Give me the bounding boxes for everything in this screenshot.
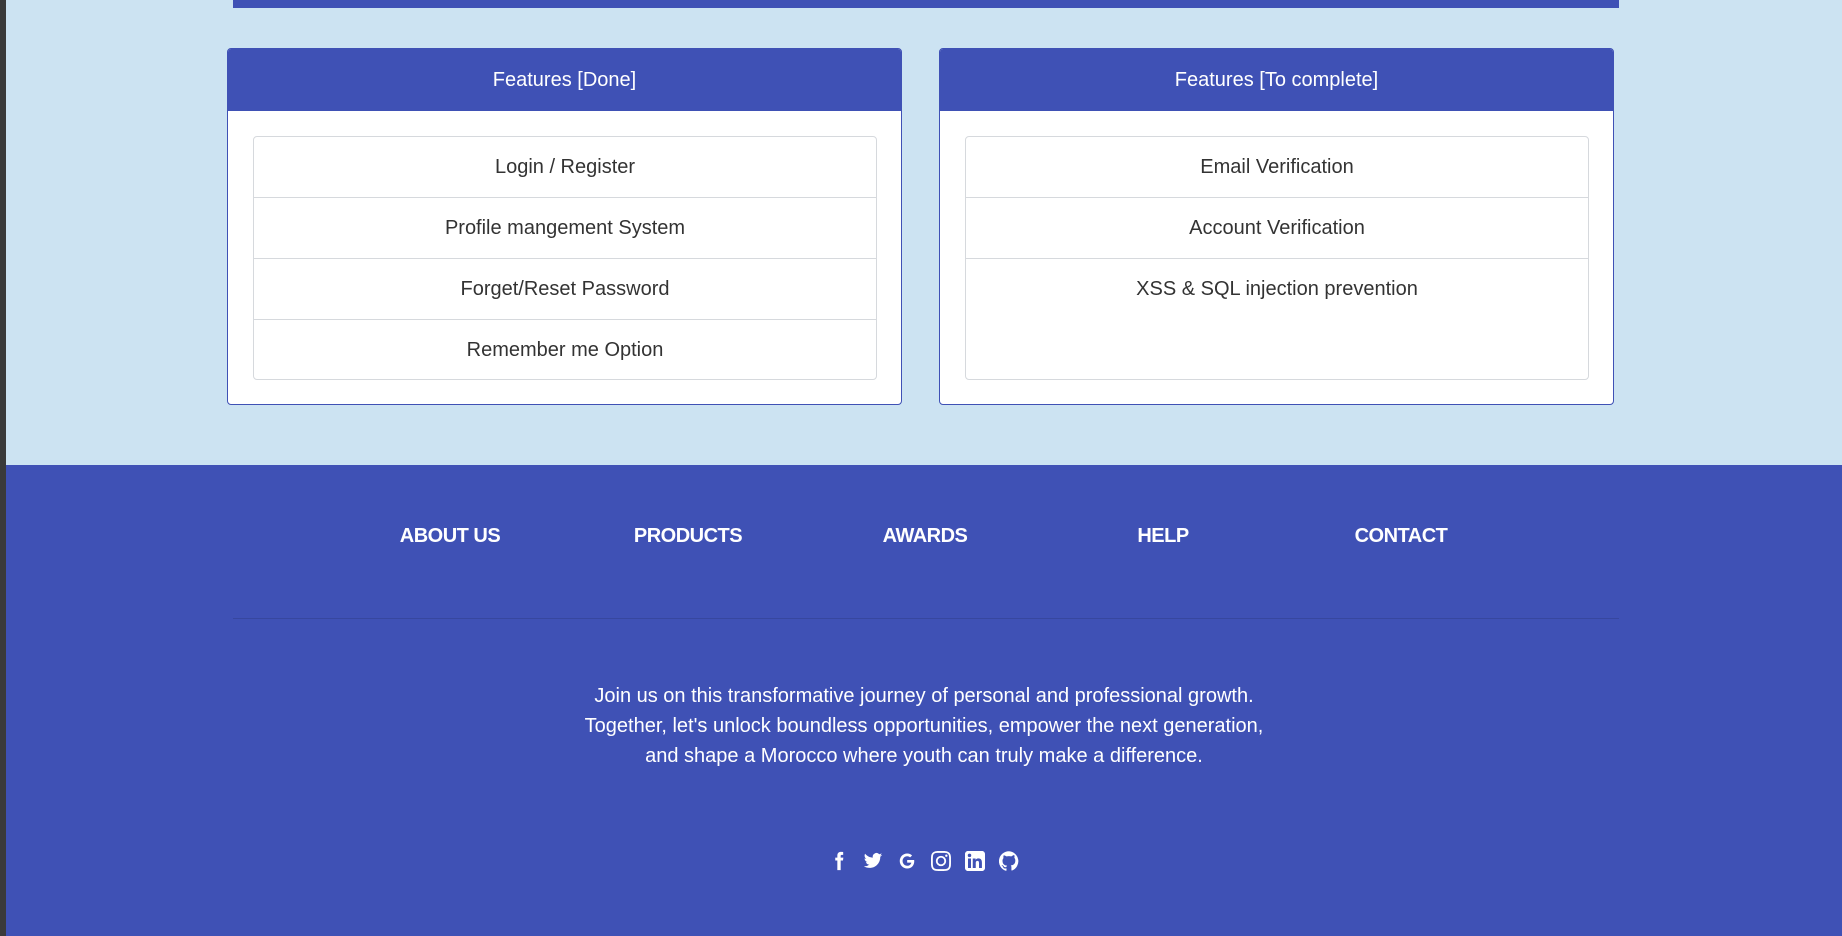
top-accent-bar [233, 0, 1619, 8]
list-item: Profile mangement System [254, 198, 876, 259]
footer-link-contact[interactable]: CONTACT [1355, 525, 1448, 548]
footer-link-about-us[interactable]: ABOUT US [400, 525, 501, 548]
features-done-card: Features [Done] Login / Register Profile… [227, 48, 902, 405]
footer: ABOUT US PRODUCTS AWARDS HELP CONTACT Jo… [6, 465, 1842, 936]
footer-link-products[interactable]: PRODUCTS [634, 525, 743, 548]
tagline-line: and shape a Morocco where youth can trul… [645, 745, 1203, 767]
facebook-icon[interactable] [829, 851, 849, 871]
google-icon[interactable] [897, 851, 917, 871]
list-item: Forget/Reset Password [254, 259, 876, 320]
tagline-line: Join us on this transformative journey o… [594, 685, 1254, 707]
footer-link-awards[interactable]: AWARDS [883, 525, 968, 548]
list-item: Login / Register [254, 137, 876, 198]
github-icon[interactable] [999, 851, 1019, 871]
footer-link-help[interactable]: HELP [1137, 525, 1189, 548]
tagline-line: Together, let's unlock boundless opportu… [584, 715, 1264, 737]
features-done-list: Login / Register Profile mangement Syste… [253, 136, 877, 380]
features-todo-list: Email Verification Account Verification … [965, 136, 1589, 380]
list-item: Email Verification [966, 137, 1588, 198]
footer-nav: ABOUT US PRODUCTS AWARDS HELP CONTACT [6, 525, 1842, 555]
list-item: Remember me Option [466, 339, 664, 361]
features-done-header: Features [Done] [228, 49, 901, 111]
list-item: Account Verification [966, 198, 1588, 259]
twitter-icon[interactable] [863, 851, 883, 871]
instagram-icon[interactable] [931, 851, 951, 871]
features-todo-header: Features [To complete] [940, 49, 1613, 111]
footer-divider [233, 618, 1619, 619]
features-todo-card: Features [To complete] Email Verificatio… [939, 48, 1614, 405]
social-icons [6, 851, 1842, 871]
footer-tagline: Join us on this transformative journey o… [6, 681, 1842, 771]
list-item: XSS & SQL injection prevention [1136, 278, 1418, 300]
linkedin-icon[interactable] [965, 851, 985, 871]
